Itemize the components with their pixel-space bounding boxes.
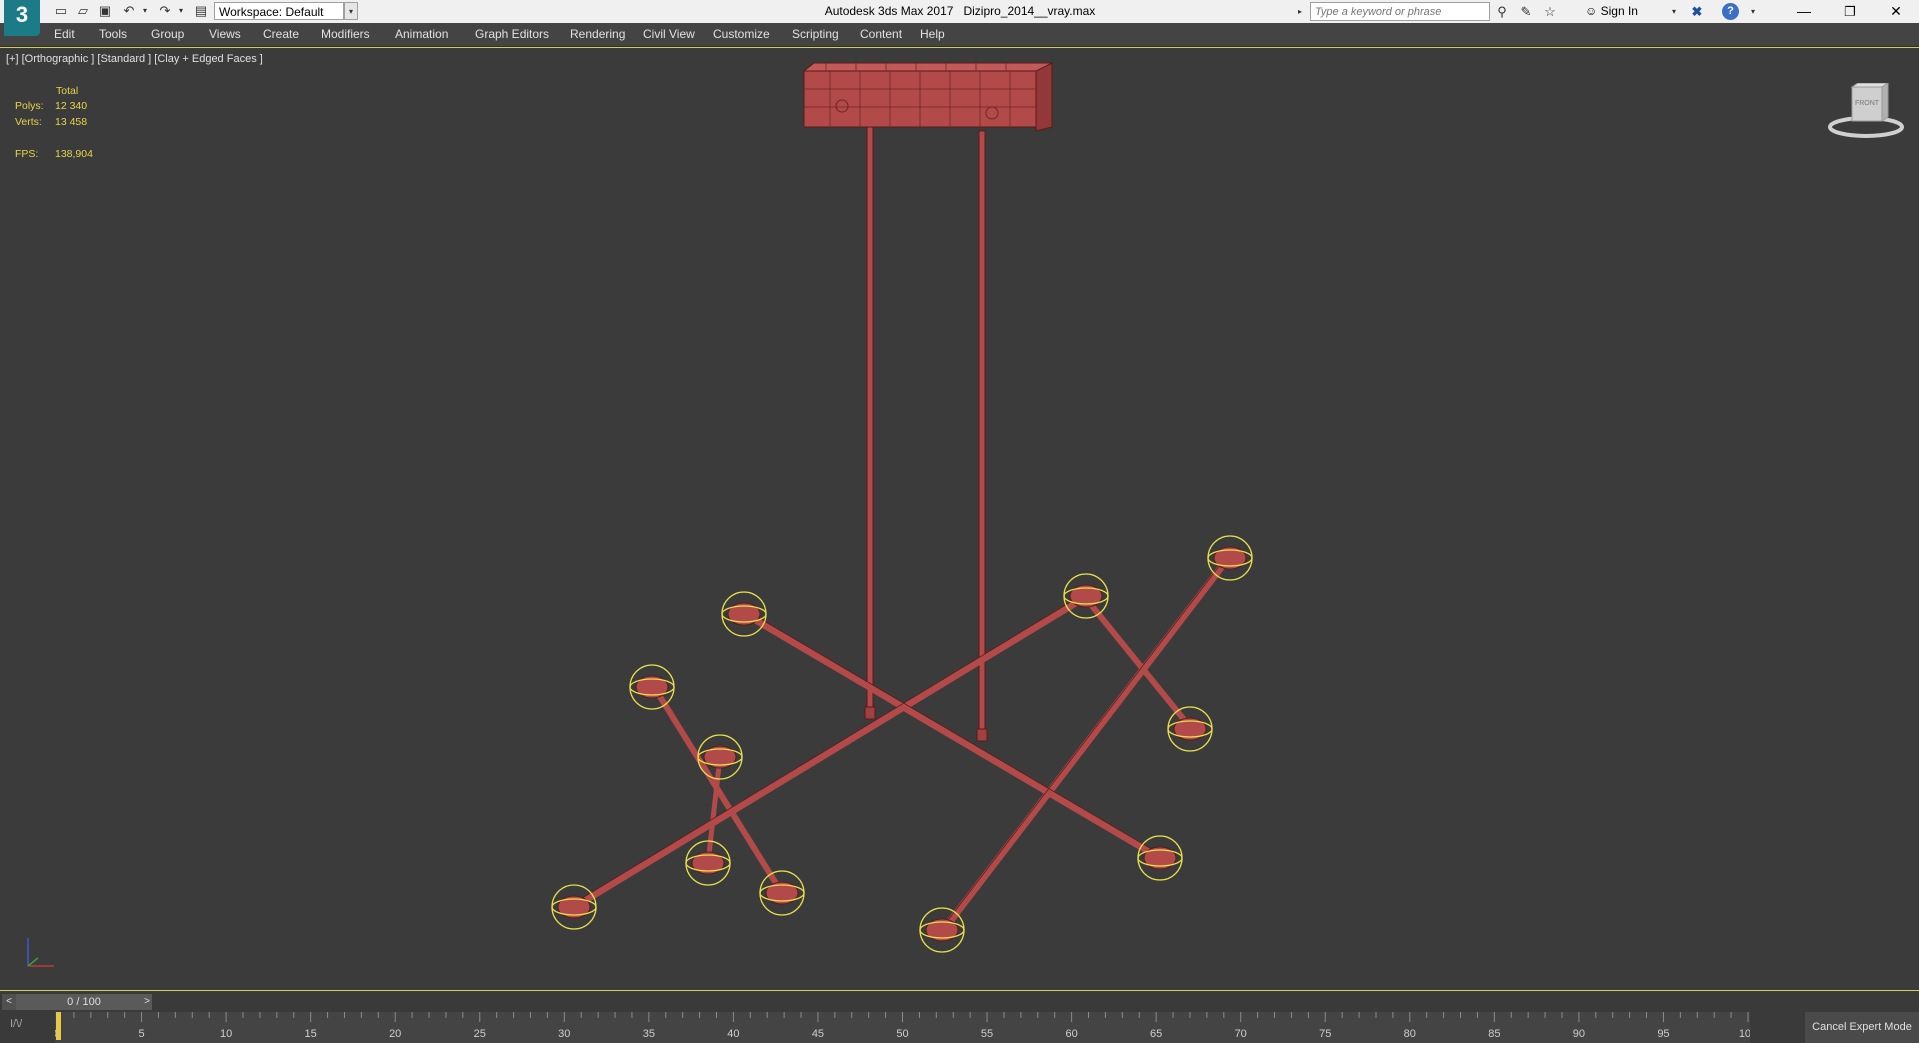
time-slider-prev-button[interactable]: < [2, 994, 16, 1010]
binoculars-icon[interactable]: ⚲ [1493, 3, 1511, 20]
menu-bar: Edit Tools Group Views Create Modifiers … [0, 23, 1919, 47]
frame-label: 10 [220, 1028, 232, 1040]
app-logo-icon[interactable]: 3 [4, 0, 40, 36]
menu-content[interactable]: Content [860, 23, 902, 46]
light-selection-gizmos[interactable] [551, 535, 1253, 953]
new-file-icon[interactable]: ▭ [52, 3, 70, 19]
close-button[interactable]: ✕ [1873, 0, 1919, 23]
help-dropdown-icon[interactable]: ▾ [1744, 3, 1762, 20]
ceiling-canopy[interactable] [802, 62, 1053, 132]
app-title: Autodesk 3ds Max 2017 [824, 4, 954, 18]
menu-tools[interactable]: Tools [99, 23, 127, 46]
chandelier-arms[interactable] [570, 552, 1234, 936]
frame-label: 25 [474, 1028, 486, 1040]
project-folder-icon[interactable]: ▤ [192, 3, 210, 19]
restore-button[interactable]: ❐ [1827, 0, 1873, 23]
menu-scripting[interactable]: Scripting [792, 23, 839, 46]
frame-label: 55 [981, 1028, 993, 1040]
autodesk-exchange-icon[interactable]: ✖ [1688, 3, 1706, 20]
title-bar: 3 ▭ ▱ ▣ ↶ ▾ ↷ ▾ ▤ Workspace: Default ▾ A… [0, 0, 1919, 36]
menu-group[interactable]: Group [151, 23, 184, 46]
frame-label: 50 [896, 1028, 908, 1040]
viewcube-front-label: FRONT [1855, 100, 1880, 107]
frame-ruler[interactable]: 0510152025303540455055606570758085909510… [55, 1012, 1750, 1043]
frame-label: 100 [1739, 1028, 1750, 1040]
sign-in-label: Sign In [1600, 4, 1638, 18]
menu-views[interactable]: Views [209, 23, 241, 46]
time-slider[interactable]: < 0 / 100 > [0, 992, 1919, 1012]
track-bar: I/\/ 05101520253035404550556065707580859… [0, 1012, 1919, 1043]
light-bulbs[interactable] [557, 546, 1247, 942]
menu-create[interactable]: Create [263, 23, 299, 46]
viewport-orthographic[interactable]: [+] [Orthographic ] [Standard ] [Clay + … [0, 47, 1919, 991]
sign-in-dropdown-icon[interactable]: ▾ [1672, 0, 1676, 23]
frame-label: 95 [1657, 1028, 1669, 1040]
menu-civil-view[interactable]: Civil View [643, 23, 695, 46]
frame-label: 75 [1319, 1028, 1331, 1040]
menu-help[interactable]: Help [920, 23, 945, 46]
time-slider-next-button[interactable]: > [140, 994, 154, 1010]
workspace-dropdown-icon[interactable]: ▾ [344, 2, 358, 20]
curve-editor-icon[interactable]: I/\/ [10, 1018, 22, 1030]
cancel-expert-mode-button[interactable]: Cancel Expert Mode [1805, 1012, 1919, 1043]
frame-label: 20 [389, 1028, 401, 1040]
frame-label: 90 [1573, 1028, 1585, 1040]
minimize-button[interactable]: — [1781, 0, 1827, 23]
time-slider-thumb[interactable]: 0 / 100 [16, 994, 152, 1010]
frame-label: 60 [1065, 1028, 1077, 1040]
search-expand-icon[interactable]: ▸ [1298, 3, 1308, 20]
sign-in-button[interactable]: ☺ Sign In [1585, 0, 1638, 23]
menu-animation[interactable]: Animation [395, 23, 448, 46]
current-frame-marker[interactable] [56, 1012, 61, 1040]
frame-label: 5 [138, 1028, 144, 1040]
suspension-rods[interactable] [864, 126, 988, 742]
frame-label: 40 [727, 1028, 739, 1040]
frame-label: 85 [1488, 1028, 1500, 1040]
undo-dropdown-icon[interactable]: ▾ [136, 3, 154, 19]
window-title: Autodesk 3ds Max 2017 Dizipro_2014__vray… [660, 0, 1260, 23]
workspace-dropdown[interactable]: Workspace: Default [214, 2, 344, 20]
menu-graph-editors[interactable]: Graph Editors [475, 23, 549, 46]
favorites-star-icon[interactable]: ☆ [1541, 3, 1559, 20]
chandelier-model[interactable] [0, 48, 1919, 992]
help-icon[interactable]: ? [1722, 3, 1739, 20]
frame-label: 70 [1235, 1028, 1247, 1040]
search-input[interactable] [1310, 2, 1490, 21]
tools-icon[interactable]: ✎ [1517, 3, 1535, 20]
menu-rendering[interactable]: Rendering [570, 23, 625, 46]
viewcube-icon[interactable]: FRONT [1826, 83, 1906, 143]
frame-label: 45 [812, 1028, 824, 1040]
user-icon: ☺ [1585, 4, 1598, 18]
open-file-icon[interactable]: ▱ [74, 3, 92, 19]
frame-label: 80 [1404, 1028, 1416, 1040]
save-icon[interactable]: ▣ [96, 3, 114, 19]
frame-label: 35 [643, 1028, 655, 1040]
frame-label: 30 [558, 1028, 570, 1040]
file-name: Dizipro_2014__vray.max [963, 4, 1096, 18]
menu-customize[interactable]: Customize [713, 23, 770, 46]
frame-label: 15 [305, 1028, 317, 1040]
axis-tripod-icon [27, 938, 54, 967]
frame-label: 65 [1150, 1028, 1162, 1040]
redo-dropdown-icon[interactable]: ▾ [172, 3, 190, 19]
menu-modifiers[interactable]: Modifiers [321, 23, 370, 46]
menu-edit[interactable]: Edit [54, 23, 75, 46]
